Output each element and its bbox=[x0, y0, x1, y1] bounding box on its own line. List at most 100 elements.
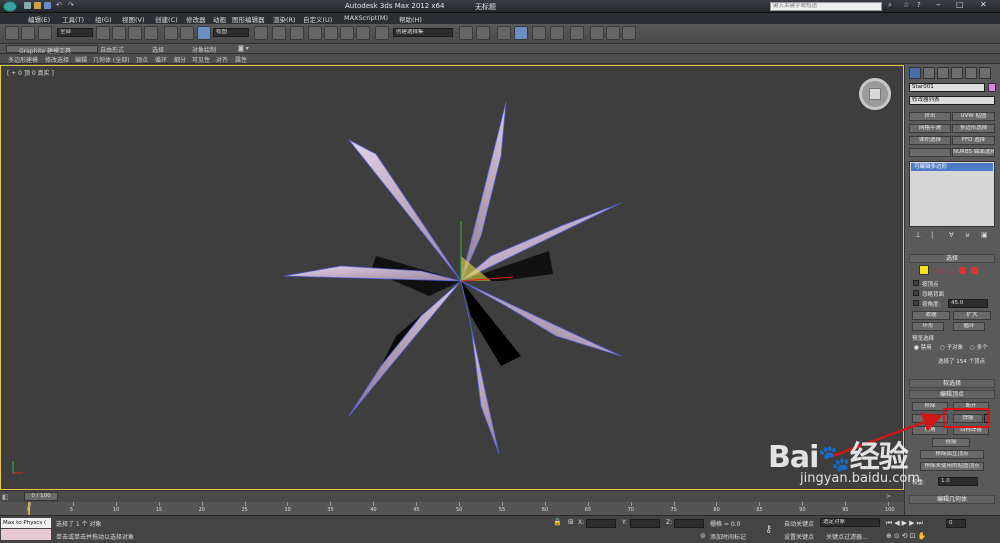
help-icon[interactable]: ? bbox=[917, 1, 921, 9]
menu-customize[interactable]: 自定义(U) bbox=[303, 14, 332, 24]
angle-snap-icon[interactable] bbox=[324, 26, 338, 40]
modifier-list-dropdown[interactable]: 修改器列表 bbox=[909, 96, 995, 105]
key-icon[interactable]: ⚷ bbox=[765, 524, 772, 535]
named-selection-dropdown[interactable]: 创建选择集 bbox=[393, 28, 453, 37]
select-manipulate-icon[interactable] bbox=[272, 26, 286, 40]
menu-tools[interactable]: 工具(T) bbox=[62, 14, 84, 24]
y-coord-field[interactable] bbox=[630, 519, 660, 528]
render-production-icon[interactable] bbox=[622, 26, 636, 40]
layer-manager-icon[interactable] bbox=[497, 26, 511, 40]
material-editor-icon[interactable] bbox=[570, 26, 584, 40]
configure-sets-icon[interactable]: ▣ bbox=[981, 231, 988, 239]
create-panel-tab[interactable] bbox=[909, 67, 921, 79]
ribbon-subdivision[interactable]: 细分 bbox=[174, 55, 186, 64]
z-coord-field[interactable] bbox=[674, 519, 704, 528]
rollout-edit-vertices-header[interactable]: 编辑顶点 bbox=[909, 390, 995, 399]
viewcube[interactable] bbox=[859, 78, 891, 110]
lock-selection-icon[interactable]: 🔒 bbox=[553, 518, 562, 526]
minimize-button[interactable]: – bbox=[936, 0, 941, 10]
element-mode-icon[interactable] bbox=[971, 267, 978, 274]
render-setup-icon[interactable] bbox=[590, 26, 604, 40]
preview-disabled-radio[interactable]: ● 禁用 bbox=[914, 343, 932, 351]
mod-poly-select-button[interactable]: 多边形选择 bbox=[952, 124, 995, 133]
ribbon-vertices[interactable]: 顶点 bbox=[136, 55, 148, 64]
edge-mode-icon[interactable]: ◁ bbox=[935, 267, 940, 275]
display-panel-tab[interactable] bbox=[965, 67, 977, 79]
weight-field[interactable]: 1.0 bbox=[938, 477, 978, 486]
curve-editor-icon[interactable] bbox=[532, 26, 546, 40]
add-time-tag-icon[interactable]: ⊚ bbox=[700, 532, 706, 540]
motion-panel-tab[interactable] bbox=[951, 67, 963, 79]
spinner-snap-icon[interactable] bbox=[356, 26, 370, 40]
menu-edit[interactable]: 编辑(E) bbox=[28, 14, 50, 24]
time-slider-thumb[interactable]: 0 / 100 bbox=[24, 492, 58, 501]
maxscript-listener[interactable]: Max to Physcs ( bbox=[1, 518, 51, 528]
mod-ffd-select-button[interactable]: FFD 选择 bbox=[952, 136, 995, 145]
close-button[interactable]: ✕ bbox=[980, 0, 987, 9]
reference-coord-dropdown[interactable]: 视图 bbox=[213, 28, 249, 37]
timeline-ruler[interactable]: 0 5 10 15 20 25 30 35 40 45 50 55 60 65 70 75 80 85 90 95 10… bbox=[0, 502, 904, 515]
mod-nurbs-select-button[interactable]: NURBS 曲面选择 bbox=[952, 148, 995, 157]
stack-item-editable-poly[interactable]: 可编辑多边形 bbox=[911, 163, 993, 171]
current-frame-field[interactable]: 0 bbox=[946, 519, 966, 528]
select-object-icon[interactable] bbox=[96, 26, 110, 40]
hierarchy-panel-tab[interactable] bbox=[937, 67, 949, 79]
preview-multi-radio[interactable]: ○ 多个 bbox=[970, 343, 988, 351]
search-icon[interactable]: ⌕ bbox=[888, 1, 892, 10]
ribbon-edit[interactable]: 编辑 bbox=[75, 55, 87, 64]
border-mode-icon[interactable]: ○ bbox=[947, 267, 953, 275]
ignore-backfacing-checkbox[interactable] bbox=[913, 290, 919, 296]
set-key-button[interactable]: 设置关键点 bbox=[784, 532, 814, 541]
save-file-icon[interactable] bbox=[44, 2, 51, 9]
pivot-center-icon[interactable] bbox=[254, 26, 268, 40]
time-slider[interactable]: ◧ 0 / 100 > bbox=[0, 490, 904, 502]
redo-icon[interactable]: ↷ bbox=[68, 1, 74, 9]
percent-snap-icon[interactable] bbox=[340, 26, 354, 40]
schematic-view-icon[interactable] bbox=[550, 26, 564, 40]
modify-panel-tab[interactable] bbox=[923, 67, 935, 79]
playback-controls-icon[interactable]: ⏮◀▶▶⏭ bbox=[886, 519, 925, 528]
unlink-icon[interactable] bbox=[21, 26, 35, 40]
viewcube-face-icon[interactable] bbox=[869, 88, 881, 100]
rollout-selection-header[interactable]: 选择 bbox=[909, 254, 995, 263]
absolute-mode-icon[interactable]: ⊞ bbox=[568, 518, 574, 526]
by-angle-checkbox[interactable] bbox=[913, 300, 919, 306]
mod-vol-select-button[interactable]: 体积选择 bbox=[909, 136, 951, 145]
rollout-soft-selection-header[interactable]: 软选择 bbox=[909, 379, 995, 388]
select-scale-icon[interactable] bbox=[197, 26, 211, 40]
ribbon-visibility[interactable]: 可见性 bbox=[192, 55, 210, 64]
modifier-stack[interactable]: 可编辑多边形 bbox=[909, 161, 995, 227]
angle-value-field[interactable]: 45.0 bbox=[948, 299, 988, 308]
add-time-tag[interactable]: 添加时间标记 bbox=[710, 532, 746, 541]
x-coord-field[interactable] bbox=[586, 519, 616, 528]
bind-space-warp-icon[interactable] bbox=[38, 26, 52, 40]
preview-subobject-radio[interactable]: ○ 子对象 bbox=[940, 343, 963, 351]
ribbon-properties[interactable]: 属性 bbox=[235, 55, 247, 64]
star-icon[interactable]: ☆ bbox=[903, 1, 909, 9]
ring-button[interactable]: 环形 bbox=[912, 322, 944, 331]
vertex-mode-icon[interactable] bbox=[919, 265, 929, 275]
open-file-icon[interactable] bbox=[34, 2, 41, 9]
loop-button[interactable]: 循环 bbox=[953, 322, 985, 331]
make-unique-icon[interactable]: ∀ bbox=[949, 231, 954, 239]
viewport-nav-icons[interactable]: ⊕⊙⟲⊡✋ bbox=[886, 532, 928, 540]
keyboard-shortcut-toggle-icon[interactable] bbox=[290, 26, 304, 40]
grow-button[interactable]: 扩大 bbox=[953, 311, 991, 320]
ribbon-tab-object-paint[interactable]: 对象绘制 bbox=[192, 45, 216, 54]
key-filters-button[interactable]: 关键点过滤器... bbox=[826, 532, 868, 541]
ribbon-geometry-all[interactable]: 几何体 (全部) bbox=[93, 55, 130, 64]
menu-help[interactable]: 帮助(H) bbox=[399, 14, 422, 24]
time-slider-next-icon[interactable]: > bbox=[886, 493, 891, 500]
shrink-button[interactable]: 收缩 bbox=[912, 311, 950, 320]
show-end-result-icon[interactable]: | bbox=[931, 231, 933, 239]
viewport-top[interactable]: [ + 0 顶 0 真实 ] bbox=[0, 65, 904, 490]
object-name-field[interactable]: Star001 bbox=[909, 83, 985, 92]
selected-object-dropdown[interactable]: 选定对象 bbox=[820, 518, 880, 527]
snaps-toggle-icon[interactable] bbox=[308, 26, 322, 40]
window-crossing-icon[interactable] bbox=[144, 26, 158, 40]
ribbon-tab-freeform[interactable]: 自由形式 bbox=[100, 45, 124, 54]
by-vertex-checkbox[interactable] bbox=[913, 280, 919, 286]
menu-modifiers[interactable]: 修改器 bbox=[186, 14, 206, 24]
polygon-mode-icon[interactable] bbox=[959, 267, 966, 274]
menu-animation[interactable]: 动画 bbox=[213, 14, 226, 24]
